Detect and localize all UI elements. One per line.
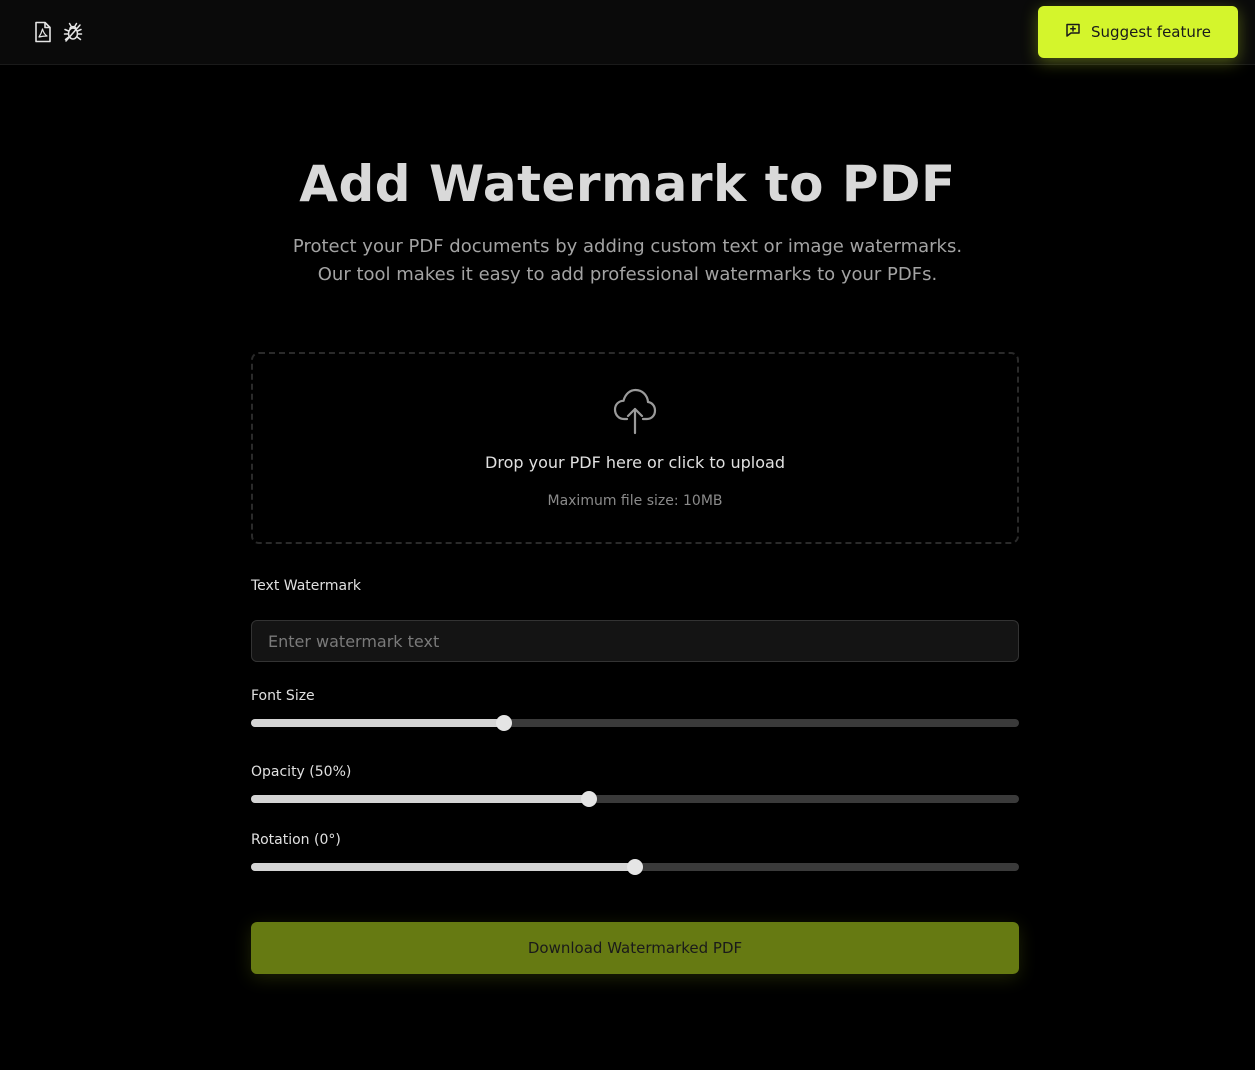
cloud-upload-icon bbox=[613, 387, 657, 439]
subtitle-line-1: Protect your PDF documents by adding cus… bbox=[292, 236, 963, 257]
download-watermarked-pdf-button[interactable]: Download Watermarked PDF bbox=[251, 922, 1019, 974]
pdf-upload-dropzone[interactable]: Drop your PDF here or click to upload Ma… bbox=[251, 352, 1019, 544]
bug-icon[interactable] bbox=[62, 20, 84, 44]
suggest-feature-label: Suggest feature bbox=[1091, 23, 1211, 41]
page-subtitle: Protect your PDF documents by adding cus… bbox=[0, 233, 1255, 289]
subtitle-line-2: Our tool makes it easy to add profession… bbox=[317, 264, 938, 285]
opacity-label: Opacity (50%) bbox=[251, 764, 352, 780]
watermark-text-input[interactable] bbox=[251, 620, 1019, 662]
top-bar: Suggest feature bbox=[0, 0, 1255, 65]
slider-fill bbox=[251, 719, 504, 727]
max-file-size-text: Maximum file size: 10MB bbox=[547, 493, 723, 509]
page-title: Add Watermark to PDF bbox=[299, 155, 956, 213]
pdf-file-icon[interactable] bbox=[32, 20, 54, 44]
slider-fill bbox=[251, 863, 635, 871]
font-size-slider[interactable] bbox=[251, 715, 1019, 731]
opacity-slider[interactable] bbox=[251, 791, 1019, 807]
rotation-label: Rotation (0°) bbox=[251, 832, 341, 848]
slider-thumb[interactable] bbox=[496, 715, 512, 731]
dropzone-text: Drop your PDF here or click to upload bbox=[485, 453, 785, 472]
text-watermark-label: Text Watermark bbox=[251, 578, 361, 594]
slider-fill bbox=[251, 795, 589, 803]
message-square-plus-icon bbox=[1065, 22, 1081, 42]
suggest-feature-button[interactable]: Suggest feature bbox=[1038, 6, 1238, 58]
top-icons bbox=[32, 20, 84, 44]
rotation-slider[interactable] bbox=[251, 859, 1019, 875]
font-size-label: Font Size bbox=[251, 688, 315, 704]
slider-thumb[interactable] bbox=[627, 859, 643, 875]
slider-thumb[interactable] bbox=[581, 791, 597, 807]
